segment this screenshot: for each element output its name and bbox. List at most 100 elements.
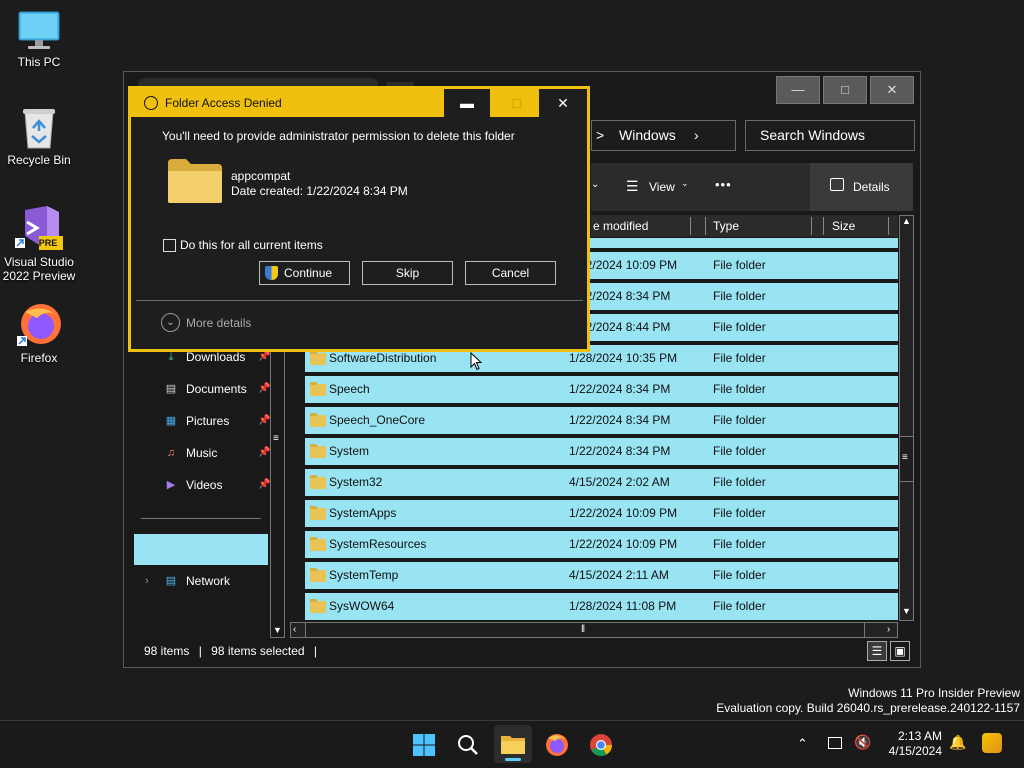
row-date: 1/22/2024 10:09 PM xyxy=(569,537,678,551)
table-row[interactable]: Speech 1/22/2024 8:34 PM File folder xyxy=(305,376,898,403)
monitor-icon xyxy=(18,11,60,49)
search-button[interactable] xyxy=(450,727,486,763)
desktop-icon-visual-studio[interactable]: PRE Visual Studio 2022 Preview xyxy=(0,204,78,283)
sidebar-item-network[interactable]: › ▤ Network xyxy=(134,568,264,594)
notification-bell-icon[interactable]: 🔔 xyxy=(949,734,966,751)
scroll-left-icon[interactable]: ‹ xyxy=(293,624,296,635)
search-input[interactable]: Search Windows xyxy=(745,120,915,151)
dialog-close-button[interactable]: ✕ xyxy=(539,89,587,117)
dialog-divider xyxy=(136,300,583,301)
cancel-button[interactable]: Cancel xyxy=(465,261,556,285)
sidebar-item-label: Network xyxy=(186,574,231,588)
row-type: File folder xyxy=(713,568,766,582)
row-type: File folder xyxy=(713,320,766,334)
details-view-button[interactable]: ☰ xyxy=(867,641,887,661)
continue-button[interactable]: Continue xyxy=(259,261,350,285)
maximize-button[interactable]: □ xyxy=(823,76,867,104)
copilot-preview-icon[interactable] xyxy=(982,733,1002,753)
firefox-icon xyxy=(546,734,568,756)
apply-all-checkbox[interactable] xyxy=(163,239,176,252)
column-type[interactable]: Type xyxy=(713,215,739,237)
table-row[interactable]: SystemResources 1/22/2024 10:09 PM File fo… xyxy=(305,531,898,558)
sidebar-item-pictures[interactable]: ▦ Pictures 📌 xyxy=(134,408,271,434)
row-date: 4/15/2024 2:02 AM xyxy=(569,475,670,489)
desktop-icon-label: Firefox xyxy=(20,351,58,365)
desktop-icon-label: This PC xyxy=(17,55,61,69)
view-button[interactable]: View xyxy=(649,180,675,194)
details-label: Details xyxy=(853,180,890,194)
desktop-icon-firefox[interactable]: Firefox xyxy=(0,302,78,365)
dialog-title-bar[interactable]: Folder Access Denied ▬ □ ✕ xyxy=(131,89,587,117)
pin-icon[interactable]: 📌 xyxy=(258,408,270,434)
row-name: System xyxy=(329,444,370,458)
network-status-icon[interactable] xyxy=(828,737,842,749)
status-bar: 98 items | 98 items selected | xyxy=(144,644,323,658)
more-details-toggle[interactable]: ⌄ More details xyxy=(161,313,281,333)
details-pane-button[interactable]: Details xyxy=(810,163,913,211)
mouse-cursor-icon xyxy=(470,352,482,371)
windows-logo-icon xyxy=(413,734,435,756)
file-explorer-taskbar-button[interactable] xyxy=(494,725,532,763)
desktop-icon-recycle-bin[interactable]: Recycle Bin xyxy=(0,106,78,167)
pin-icon[interactable]: 📌 xyxy=(258,472,270,498)
column-divider xyxy=(705,217,706,235)
volume-muted-icon[interactable]: 🔇 xyxy=(854,734,871,751)
scroll-up-icon[interactable]: ▲ xyxy=(902,216,911,226)
scroll-right-icon[interactable]: › xyxy=(887,624,890,635)
firefox-taskbar-button[interactable] xyxy=(539,727,575,763)
breadcrumb-windows[interactable]: Windows xyxy=(619,121,676,150)
clock-date: 4/15/2024 xyxy=(888,744,942,758)
nav-scroll-down-icon[interactable]: ▼ xyxy=(273,625,282,635)
sidebar-item-music[interactable]: ♫ Music 📌 xyxy=(134,440,271,466)
search-icon xyxy=(458,735,478,755)
view-icon[interactable]: ☰ xyxy=(626,178,639,195)
sidebar-item-documents[interactable]: ▤ Documents 📌 xyxy=(134,376,271,402)
address-bar[interactable]: > Windows › xyxy=(591,120,736,151)
breadcrumb-separator: > xyxy=(596,127,605,143)
desktop-icon-this-pc[interactable]: This PC xyxy=(0,10,78,69)
row-type: File folder xyxy=(713,444,766,458)
network-icon: ▤ xyxy=(165,575,177,587)
horizontal-scrollbar[interactable]: ‹ ‖ › xyxy=(290,622,898,638)
chrome-taskbar-button[interactable] xyxy=(583,727,619,763)
recycle-bin-icon xyxy=(23,109,55,149)
pin-icon[interactable]: 📌 xyxy=(258,440,270,466)
row-date: 1/22/2024 8:34 PM xyxy=(569,382,671,396)
scroll-down-icon[interactable]: ▼ xyxy=(902,606,911,616)
more-options-button[interactable]: ••• xyxy=(715,177,732,192)
table-row[interactable]: System 1/22/2024 8:34 PM File folder xyxy=(305,438,898,465)
row-type: File folder xyxy=(713,351,766,365)
breadcrumb-chevron-icon[interactable]: › xyxy=(694,121,699,150)
table-row[interactable]: SysWOW64 1/28/2024 11:08 PM File folder xyxy=(305,593,898,620)
table-row[interactable]: Speech_OneCore 1/22/2024 8:34 PM File fold… xyxy=(305,407,898,434)
show-hidden-icons-chevron-icon[interactable]: ⌃ xyxy=(797,736,808,752)
selected-count: 98 items selected xyxy=(211,644,305,658)
expand-chevron-icon: ⌄ xyxy=(161,313,180,332)
skip-button[interactable]: Skip xyxy=(362,261,453,285)
tiles-view-button[interactable]: ▣ xyxy=(890,641,910,661)
dialog-minimize-button[interactable]: ▬ xyxy=(444,89,490,117)
expand-chevron-icon[interactable]: › xyxy=(145,568,149,594)
table-row[interactable]: SystemApps 1/22/2024 10:09 PM File folder xyxy=(305,500,898,527)
vertical-scrollbar[interactable]: ▲ ≡ ▼ xyxy=(899,215,914,621)
row-date: 1/22/2024 8:34 PM xyxy=(569,413,671,427)
row-type: File folder xyxy=(713,289,766,303)
close-button[interactable]: ✕ xyxy=(870,76,914,104)
pin-icon[interactable]: 📌 xyxy=(258,376,270,402)
minimize-button[interactable]: — xyxy=(776,76,820,104)
item-count: 98 items xyxy=(144,644,190,658)
table-row[interactable]: SystemTemp 4/15/2024 2:11 AM File folder xyxy=(305,562,898,589)
sort-chevron-icon[interactable]: ⌄ xyxy=(591,179,599,190)
view-chevron-icon[interactable]: ⌄ xyxy=(681,178,689,189)
details-pane-icon xyxy=(830,178,844,191)
column-size[interactable]: Size xyxy=(832,215,855,237)
sidebar-item-label: Videos xyxy=(186,478,223,492)
table-row[interactable]: System32 4/15/2024 2:02 AM File folder xyxy=(305,469,898,496)
clock[interactable]: 2:13 AM 4/15/2024 xyxy=(880,729,942,759)
folder-icon xyxy=(310,413,326,427)
skip-label: Skip xyxy=(395,266,420,280)
column-date-modified[interactable]: e modified xyxy=(593,215,648,237)
start-button[interactable] xyxy=(406,727,442,763)
nav-scrollbar[interactable]: ≡ ▼ xyxy=(270,312,285,638)
sidebar-item-videos[interactable]: ▶ Videos 📌 xyxy=(134,472,271,498)
